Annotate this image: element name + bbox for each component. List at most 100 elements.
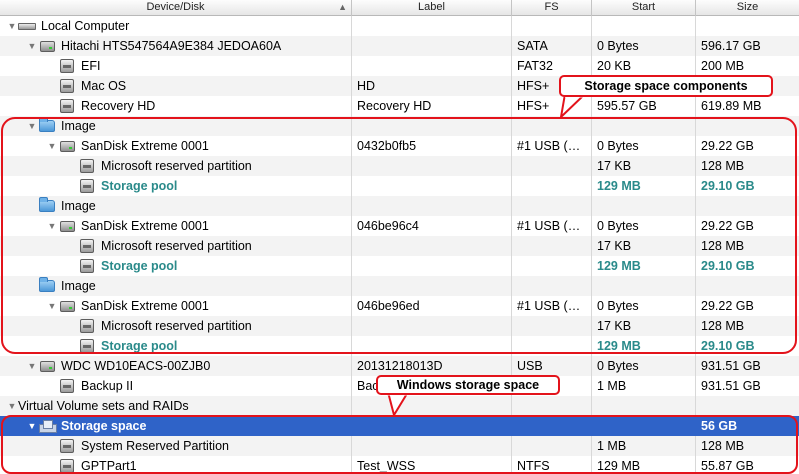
folder-icon bbox=[38, 276, 56, 296]
size-cell: 128 MB bbox=[701, 159, 745, 173]
disclosure-triangle-icon[interactable]: ▼ bbox=[26, 36, 38, 56]
device-cell: Storage pool bbox=[0, 336, 352, 356]
disclosure-triangle-icon[interactable]: ▼ bbox=[6, 396, 18, 416]
table-row[interactable]: ▼ Storage space 56 GB bbox=[0, 416, 799, 436]
device-cell: ▼ Storage space bbox=[0, 416, 352, 436]
column-device[interactable]: Device/Disk ▲ bbox=[0, 0, 352, 16]
size-cell: 596.17 GB bbox=[701, 39, 761, 53]
disclosure-triangle-icon[interactable]: ▼ bbox=[6, 16, 18, 36]
fs-cell: #1 USB (… bbox=[512, 216, 592, 236]
column-label[interactable]: Label bbox=[352, 0, 512, 16]
hard-disk-icon bbox=[39, 360, 55, 372]
label-cell: 046be96ed bbox=[352, 296, 512, 316]
start-cell bbox=[592, 196, 696, 216]
label-cell bbox=[352, 176, 512, 196]
partition-icon bbox=[80, 179, 94, 193]
callout-components: Storage space components bbox=[559, 75, 773, 97]
device-cell: Storage pool bbox=[0, 176, 352, 196]
hard-disk-icon bbox=[58, 216, 76, 236]
label-cell bbox=[352, 116, 512, 136]
hard-disk-icon bbox=[39, 40, 55, 52]
size-cell: 29.22 GB bbox=[701, 139, 754, 153]
table-row[interactable]: Storage pool 129 MB 29.10 GB bbox=[0, 336, 799, 356]
partition-icon bbox=[58, 376, 76, 396]
table-row[interactable]: Storage pool 129 MB 29.10 GB bbox=[0, 256, 799, 276]
table-row[interactable]: Recovery HD Recovery HD HFS+ 595.57 GB 619.8… bbox=[0, 96, 799, 116]
label-cell bbox=[352, 156, 512, 176]
table-row[interactable]: Microsoft reserved partition 17 KB 128 MB bbox=[0, 156, 799, 176]
table-row[interactable]: ▼ Hitachi HTS547564A9E384 JEDOA60A SATA 0 B… bbox=[0, 36, 799, 56]
fs-cell bbox=[512, 436, 592, 456]
device-name: Storage pool bbox=[101, 259, 178, 273]
disclosure-triangle-icon[interactable]: ▼ bbox=[46, 296, 58, 316]
device-name: Image bbox=[61, 279, 96, 293]
device-cell: ▼ SanDisk Extreme 0001 bbox=[0, 296, 352, 316]
table-row[interactable]: Storage pool 129 MB 29.10 GB bbox=[0, 176, 799, 196]
table-row[interactable]: ▼ SanDisk Extreme 0001 0432b0fb5 #1 USB (… 0… bbox=[0, 136, 799, 156]
folder-icon bbox=[39, 277, 55, 292]
table-row[interactable]: Image bbox=[0, 276, 799, 296]
folder-icon bbox=[38, 116, 56, 136]
table-row[interactable]: EFI FAT32 20 KB 200 MB bbox=[0, 56, 799, 76]
start-cell: 0 Bytes bbox=[592, 136, 696, 156]
label-cell bbox=[352, 256, 512, 276]
column-size-label: Size bbox=[736, 1, 759, 13]
device-name: Virtual Volume sets and RAIDs bbox=[18, 399, 189, 413]
disclosure-triangle-icon[interactable]: ▼ bbox=[26, 416, 38, 436]
disclosure-triangle-icon[interactable]: ▼ bbox=[46, 136, 58, 156]
partition-icon bbox=[78, 336, 96, 356]
column-size[interactable]: Size bbox=[696, 0, 799, 16]
device-cell: Image bbox=[0, 276, 352, 296]
table-row[interactable]: Microsoft reserved partition 17 KB 128 MB bbox=[0, 236, 799, 256]
device-cell: System Reserved Partition bbox=[0, 436, 352, 456]
device-cell: Recovery HD bbox=[0, 96, 352, 116]
start-cell: 129 MB bbox=[592, 456, 696, 474]
start-cell: 1 MB bbox=[592, 376, 696, 396]
hard-disk-icon bbox=[59, 300, 75, 312]
table-row[interactable]: GPTPart1 Test_WSS NTFS 129 MB 55.87 GB bbox=[0, 456, 799, 474]
start-cell bbox=[592, 116, 696, 136]
partition-icon bbox=[80, 339, 94, 353]
partition-icon bbox=[60, 379, 74, 393]
hard-disk-icon bbox=[38, 36, 56, 56]
label-cell bbox=[352, 416, 512, 436]
fs-cell bbox=[512, 416, 592, 436]
hard-disk-icon bbox=[58, 136, 76, 156]
table-row[interactable]: ▼ Local Computer bbox=[0, 16, 799, 36]
size-cell: 29.22 GB bbox=[701, 219, 754, 233]
device-name: Storage pool bbox=[101, 179, 178, 193]
label-cell bbox=[352, 276, 512, 296]
device-cell: ▼ SanDisk Extreme 0001 bbox=[0, 216, 352, 236]
device-name: Local Computer bbox=[41, 19, 130, 33]
table-row[interactable]: Microsoft reserved partition 17 KB 128 MB bbox=[0, 316, 799, 336]
size-cell: 29.10 GB bbox=[701, 339, 755, 353]
table-row[interactable]: System Reserved Partition 1 MB 128 MB bbox=[0, 436, 799, 456]
table-row[interactable]: ▼ SanDisk Extreme 0001 046be96ed #1 USB (… 0… bbox=[0, 296, 799, 316]
column-fs[interactable]: FS bbox=[512, 0, 592, 16]
fs-cell bbox=[512, 156, 592, 176]
partition-icon bbox=[58, 56, 76, 76]
partition-icon bbox=[78, 256, 96, 276]
device-name: WDC WD10EACS-00ZJB0 bbox=[61, 359, 211, 373]
disclosure-triangle-icon[interactable]: ▼ bbox=[26, 116, 38, 136]
table-row[interactable]: ▼ SanDisk Extreme 0001 046be96c4 #1 USB (… 0… bbox=[0, 216, 799, 236]
column-label-label: Label bbox=[418, 1, 445, 13]
disclosure-triangle-icon[interactable]: ▼ bbox=[46, 216, 58, 236]
fs-cell bbox=[512, 396, 592, 416]
table-row[interactable]: Image bbox=[0, 196, 799, 216]
table-row[interactable]: ▼ WDC WD10EACS-00ZJB0 20131218013D USB 0 Byt… bbox=[0, 356, 799, 376]
device-cell: ▼ Virtual Volume sets and RAIDs bbox=[0, 396, 352, 416]
device-cell: Backup II bbox=[0, 376, 352, 396]
start-cell: 1 MB bbox=[592, 436, 696, 456]
start-cell: 129 MB bbox=[592, 176, 696, 196]
partition-icon bbox=[80, 239, 94, 253]
table-row[interactable]: ▼ Image bbox=[0, 116, 799, 136]
column-start[interactable]: Start bbox=[592, 0, 696, 16]
device-name: Hitachi HTS547564A9E384 JEDOA60A bbox=[61, 39, 282, 53]
size-cell: 200 MB bbox=[701, 59, 745, 73]
device-name: Image bbox=[61, 199, 96, 213]
disclosure-triangle-icon[interactable]: ▼ bbox=[26, 356, 38, 376]
label-cell bbox=[352, 436, 512, 456]
